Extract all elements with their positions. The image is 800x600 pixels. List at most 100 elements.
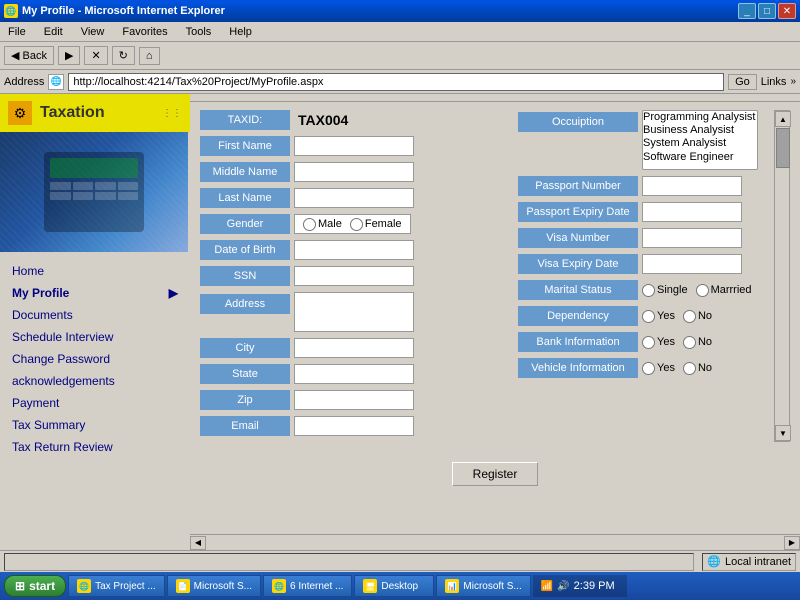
minimize-button[interactable]: _: [738, 3, 756, 19]
passport-expiry-input[interactable]: [642, 202, 742, 222]
dob-input[interactable]: [294, 240, 414, 260]
occupation-option-3[interactable]: Software Engineer: [643, 151, 757, 164]
vehicle-no-option[interactable]: No: [683, 362, 712, 375]
zip-input[interactable]: [294, 390, 414, 410]
system-tray: 📶 🔊 2:39 PM: [533, 575, 627, 597]
address-input[interactable]: [68, 73, 724, 91]
lastname-input[interactable]: [294, 188, 414, 208]
marital-married-radio[interactable]: [696, 284, 709, 297]
scroll-right-button[interactable]: ▶: [784, 536, 800, 550]
links-arrow[interactable]: »: [790, 76, 796, 87]
sidebar: ⚙ Taxation ⋮⋮: [0, 94, 190, 550]
bank-info-row: Bank Information Yes No: [518, 332, 758, 352]
sidebar-item-changepassword[interactable]: Change Password: [0, 348, 190, 370]
occupation-select[interactable]: Programming Analysist Business Analysist…: [642, 110, 758, 170]
home-button[interactable]: ⌂: [139, 47, 160, 65]
passport-expiry-row: Passport Expiry Date: [518, 202, 758, 222]
register-button[interactable]: Register: [452, 462, 539, 486]
city-input[interactable]: [294, 338, 414, 358]
address-row: Address: [200, 292, 502, 332]
menu-favorites[interactable]: Favorites: [118, 25, 171, 39]
menu-edit[interactable]: Edit: [40, 25, 67, 39]
forward-button[interactable]: ▶: [58, 46, 80, 65]
occupation-option-0[interactable]: Programming Analysist: [643, 111, 757, 124]
vehicle-yes-option[interactable]: Yes: [642, 362, 675, 375]
taskbar-btn-4[interactable]: 📊 Microsoft S...: [436, 575, 530, 597]
ssn-label: SSN: [200, 266, 290, 286]
address-input[interactable]: [294, 292, 414, 332]
menu-tools[interactable]: Tools: [182, 25, 216, 39]
bank-no-option[interactable]: No: [683, 336, 712, 349]
passport-number-label: Passport Number: [518, 176, 638, 196]
bank-no-radio[interactable]: [683, 336, 696, 349]
marital-group: Single Marrried: [642, 284, 752, 297]
vehicle-info-group: Yes No: [642, 362, 712, 375]
sidebar-item-taxsummary[interactable]: Tax Summary: [0, 414, 190, 436]
maximize-button[interactable]: □: [758, 3, 776, 19]
start-button[interactable]: ⊞ start: [4, 575, 66, 597]
dependency-no-radio[interactable]: [683, 310, 696, 323]
dependency-yes-option[interactable]: Yes: [642, 310, 675, 323]
bank-yes-radio[interactable]: [642, 336, 655, 349]
gender-female-option[interactable]: Female: [350, 218, 402, 231]
refresh-button[interactable]: ↻: [112, 46, 135, 65]
close-button[interactable]: ✕: [778, 3, 796, 19]
h-scroll-track: [206, 536, 784, 550]
sidebar-item-schedule[interactable]: Schedule Interview: [0, 326, 190, 348]
go-button[interactable]: Go: [728, 74, 757, 90]
sidebar-item-payment[interactable]: Payment: [0, 392, 190, 414]
taskbar-time: 2:39 PM: [574, 580, 619, 592]
marital-married-option[interactable]: Marrried: [696, 284, 752, 297]
bank-yes-option[interactable]: Yes: [642, 336, 675, 349]
sidebar-item-documents[interactable]: Documents: [0, 304, 190, 326]
menu-help[interactable]: Help: [225, 25, 256, 39]
ssn-input[interactable]: [294, 266, 414, 286]
visa-expiry-input[interactable]: [642, 254, 742, 274]
menu-view[interactable]: View: [77, 25, 109, 39]
gender-male-radio[interactable]: [303, 218, 316, 231]
vehicle-no-label: No: [698, 362, 712, 374]
city-label: City: [200, 338, 290, 358]
marital-single-radio[interactable]: [642, 284, 655, 297]
sidebar-item-taxreturn[interactable]: Tax Return Review: [0, 436, 190, 458]
back-button[interactable]: ◀ Back: [4, 46, 54, 65]
scroll-left-button[interactable]: ◀: [190, 536, 206, 550]
horizontal-scrollbar[interactable]: ◀ ▶: [190, 534, 800, 550]
toolbar: ◀ Back ▶ ✕ ↻ ⌂: [0, 42, 800, 70]
taskbar-btn-0[interactable]: 🌐 Tax Project ...: [68, 575, 165, 597]
passport-number-input[interactable]: [642, 176, 742, 196]
sidebar-item-myprofile[interactable]: My Profile ▶: [0, 282, 190, 304]
start-icon: ⊞: [15, 579, 25, 593]
firstname-row: First Name: [200, 136, 502, 156]
menu-file[interactable]: File: [4, 25, 30, 39]
marital-single-option[interactable]: Single: [642, 284, 688, 297]
scroll-down-button[interactable]: ▼: [775, 425, 791, 441]
gender-female-radio[interactable]: [350, 218, 363, 231]
scroll-up-button[interactable]: ▲: [775, 111, 791, 127]
taskbar-btn-2[interactable]: 🌐 6 Internet ...: [263, 575, 352, 597]
middlename-input[interactable]: [294, 162, 414, 182]
dependency-no-option[interactable]: No: [683, 310, 712, 323]
links-button[interactable]: Links: [761, 76, 787, 88]
taskbar-btn-1[interactable]: 📄 Microsoft S...: [167, 575, 261, 597]
sidebar-item-acknowledgements[interactable]: acknowledgements: [0, 370, 190, 392]
dependency-yes-radio[interactable]: [642, 310, 655, 323]
taskbar-label-2: 6 Internet ...: [290, 581, 343, 592]
gender-male-option[interactable]: Male: [303, 218, 342, 231]
occupation-option-2[interactable]: System Analysist: [643, 137, 757, 150]
stop-button[interactable]: ✕: [84, 46, 107, 65]
firstname-input[interactable]: [294, 136, 414, 156]
vehicle-yes-radio[interactable]: [642, 362, 655, 375]
state-row: State: [200, 364, 502, 384]
vertical-scrollbar[interactable]: ▲ ▼: [774, 110, 790, 442]
state-input[interactable]: [294, 364, 414, 384]
occupation-option-1[interactable]: Business Analysist: [643, 124, 757, 137]
taskbar-icon-3: 🖥: [363, 579, 377, 593]
email-input[interactable]: [294, 416, 414, 436]
vehicle-no-radio[interactable]: [683, 362, 696, 375]
visa-number-input[interactable]: [642, 228, 742, 248]
middlename-label: Middle Name: [200, 162, 290, 182]
taskbar-btn-3[interactable]: 🖥 Desktop: [354, 575, 434, 597]
scroll-thumb[interactable]: [776, 128, 790, 168]
sidebar-item-home[interactable]: Home: [0, 260, 190, 282]
